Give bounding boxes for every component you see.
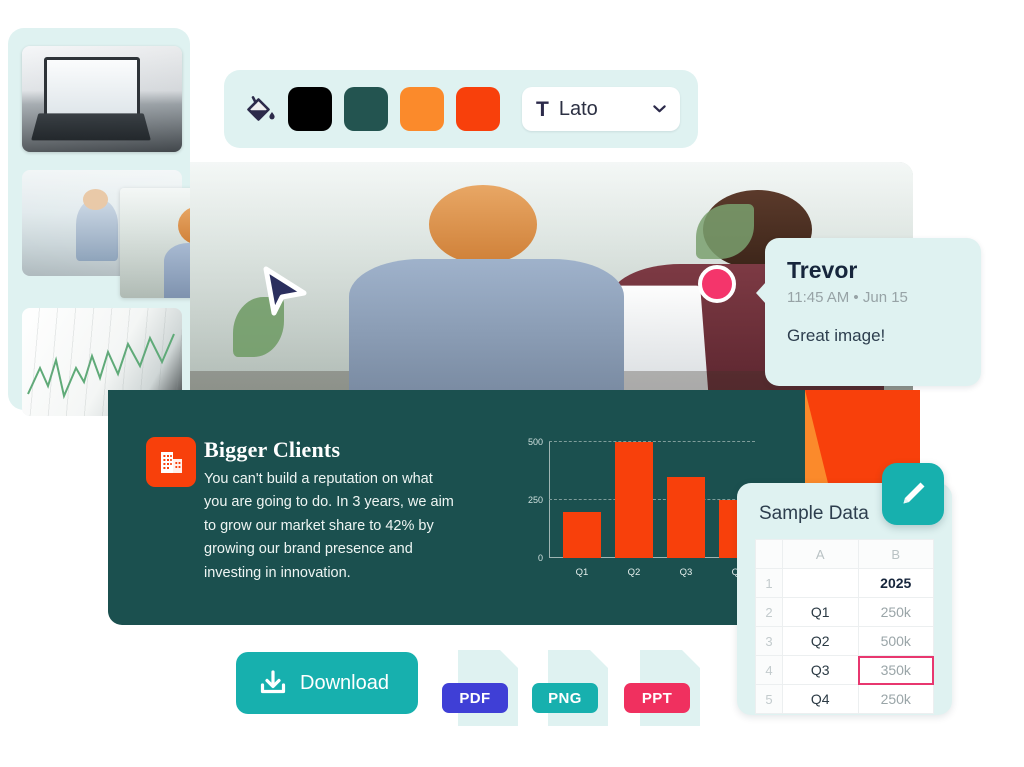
table-cell-a[interactable]: Q1 (782, 597, 859, 627)
table-body: 1 2025 2 Q1 250k 3 Q2 500k 4 Q3 350k 5 Q4 250k (755, 568, 934, 714)
bar-chart[interactable]: 0250500Q1Q2Q3Q4 (505, 432, 757, 580)
thumb-laptop-dashboard[interactable] (22, 46, 182, 152)
color-swatch-red-orange[interactable] (456, 87, 500, 131)
photo-plant (479, 352, 545, 394)
table-column-header[interactable]: B (857, 539, 934, 569)
table-row-number[interactable]: 3 (755, 626, 783, 656)
comment-text: Great image! (787, 326, 886, 346)
table-row[interactable]: 4 Q3 350k (755, 655, 934, 685)
table-cell-a[interactable]: Q4 (782, 684, 859, 714)
file-type-label: PDF (442, 683, 508, 713)
table-row[interactable]: 2 Q1 250k (755, 597, 934, 627)
page-fold-icon (590, 650, 608, 668)
table-column-header[interactable]: A (782, 539, 859, 569)
chart-x-tick: Q1 (575, 567, 589, 578)
file-badge-ppt[interactable]: PPT (624, 650, 700, 726)
chart-bar[interactable] (563, 511, 601, 558)
color-swatch-orange[interactable] (400, 87, 444, 131)
chevron-down-icon[interactable] (653, 105, 666, 113)
chart-bar[interactable] (615, 442, 653, 558)
table-row[interactable]: 3 Q2 500k (755, 626, 934, 656)
download-label: Download (300, 671, 389, 694)
table-row[interactable]: 1 2025 (755, 568, 934, 598)
table-cell-b[interactable]: 2025 (857, 568, 934, 598)
chart-y-tick: 500 (527, 437, 543, 447)
table-header-row: AB (755, 539, 934, 569)
file-badge-png[interactable]: PNG (532, 650, 608, 726)
pencil-icon (903, 482, 925, 504)
text-tool-icon: T (536, 97, 549, 121)
chart-x-tick: Q2 (627, 567, 641, 578)
chart-x-tick: Q3 (679, 567, 693, 578)
table-cell-b[interactable]: 350k (857, 655, 934, 685)
table-cell-b[interactable]: 250k (857, 597, 934, 627)
page-fold-icon (500, 650, 518, 668)
slide-body-text: You can't build a reputation on what you… (204, 471, 454, 581)
building-glyph (161, 452, 182, 473)
style-toolbar: T Lato (224, 70, 698, 148)
table-row[interactable]: 5 Q4 250k (755, 684, 934, 714)
comment-timestamp: 11:45 AM • Jun 15 (787, 289, 908, 307)
paint-bucket-icon[interactable] (242, 92, 276, 126)
chart-bar[interactable] (667, 476, 705, 558)
color-swatch-dark-teal[interactable] (344, 87, 388, 131)
table-cell-b[interactable]: 250k (857, 684, 934, 714)
color-swatch-black[interactable] (288, 87, 332, 131)
table-cell-a[interactable] (782, 568, 859, 598)
font-name-label: Lato (558, 97, 598, 120)
sample-data-table[interactable]: AB 1 2025 2 Q1 250k 3 Q2 500k 4 Q3 350k 5 Q4 250k (755, 539, 934, 714)
table-column-header[interactable] (755, 539, 783, 569)
download-icon (260, 670, 286, 694)
comment-card[interactable]: Trevor 11:45 AM • Jun 15 Great image! (756, 238, 981, 386)
table-row-number[interactable]: 4 (755, 655, 783, 685)
chart-y-axis (549, 442, 550, 558)
file-type-label: PPT (624, 683, 690, 713)
slide-heading: Bigger Clients (204, 437, 341, 462)
page-fold-icon (682, 650, 700, 668)
download-button[interactable]: Download (236, 652, 418, 714)
comment-author: Trevor (787, 257, 858, 283)
file-badge-pdf[interactable]: PDF (442, 650, 518, 726)
chart-y-tick: 250 (527, 495, 543, 505)
table-row-number[interactable]: 2 (755, 597, 783, 627)
table-cell-a[interactable]: Q2 (782, 626, 859, 656)
thumb-image (22, 46, 182, 152)
table-cell-b[interactable]: 500k (857, 626, 934, 656)
building-icon (146, 437, 196, 487)
font-family-select[interactable]: T Lato (522, 87, 680, 131)
file-type-label: PNG (532, 683, 598, 713)
chart-y-tick: 0 (537, 553, 543, 563)
editor-canvas: T Lato Trevor 11:45 AM • Jun 15 Great im… (0, 0, 1024, 767)
table-cell-a[interactable]: Q3 (782, 655, 859, 685)
pointer-cursor-icon[interactable] (258, 263, 310, 319)
comment-marker-dot[interactable] (698, 265, 736, 303)
table-row-number[interactable]: 5 (755, 684, 783, 714)
table-row-number[interactable]: 1 (755, 568, 783, 598)
edit-button[interactable] (882, 463, 944, 525)
